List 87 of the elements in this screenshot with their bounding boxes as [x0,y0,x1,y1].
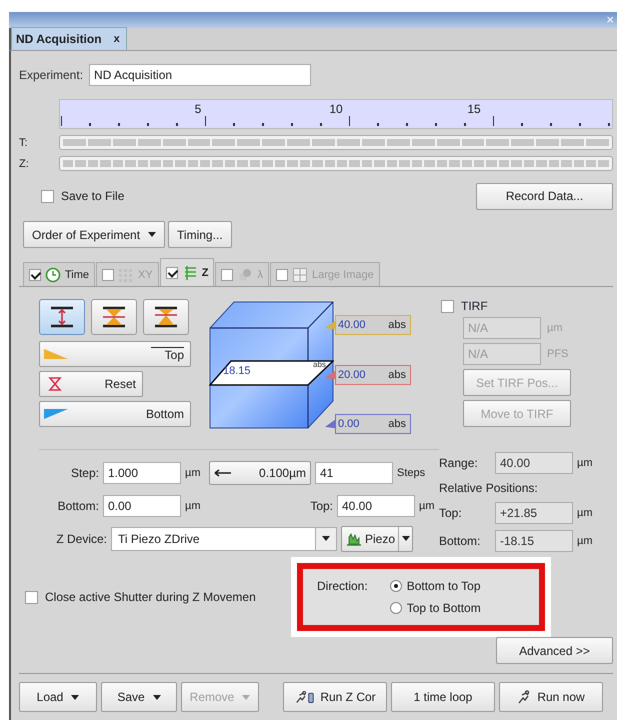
footer-button[interactable]: Run now [499,682,603,712]
footer-button[interactable]: Run Z Cor [283,682,387,712]
caret-icon [322,536,330,541]
position-button[interactable]: Top [39,341,191,367]
advanced-button[interactable]: Advanced >> [496,637,613,664]
checkbox-label: Close active Shutter during Z Movemen [45,590,256,604]
relative-position-field: +21.85 [495,502,573,524]
timeline-track[interactable] [59,156,613,171]
z-mode-button[interactable] [143,299,189,335]
unit-label: µm [547,322,564,334]
timeline-ruler[interactable]: 5 10 15 [59,99,613,129]
field-label: Step: [70,466,99,480]
footer-button[interactable]: 1 time loop [391,682,495,712]
hourglass-icon [48,377,62,391]
checkbox[interactable] [25,590,38,604]
tick-label: 15 [467,102,481,116]
image-icon [292,266,308,282]
track-label: Z: [19,158,30,170]
field-label: Range: [439,456,479,470]
radio-label: Bottom to Top [406,579,481,593]
field-label: Bottom: [439,534,482,548]
radio-button[interactable] [390,580,402,592]
experiment-field[interactable]: ND Acquisition [89,64,312,86]
unit-label: µm [185,500,202,512]
unit-label: µm [185,466,202,478]
checkbox[interactable] [29,268,41,280]
top-field[interactable]: 40.00 [337,494,415,516]
checkbox-label: Save to File [61,189,124,203]
track-label: T: [19,136,29,148]
field-label: Bottom: [56,498,99,512]
radio-button[interactable] [390,602,402,614]
step-field[interactable]: 1.000 [103,462,181,484]
tick-label: 10 [329,102,343,116]
section-label: Relative Positions: [439,481,539,497]
unit-label: PFS [547,348,568,360]
footer-button[interactable]: Load [19,682,97,712]
piezo-icon [346,532,362,546]
piezo-dropdown-button[interactable]: Piezo [341,526,414,552]
runner-icon [294,689,316,705]
steps-field[interactable]: 41 [315,462,393,484]
dimension-tab[interactable]: Time [23,262,96,286]
record-data-button[interactable]: Record Data... [476,182,613,210]
relative-position-field: -18.15 [495,530,573,552]
field-label: Top: [309,498,333,512]
checkbox-label: TIRF [461,299,488,313]
increment-button[interactable]: 0.100µm [209,460,311,484]
timing-button[interactable]: Timing... [168,221,232,248]
tick-label: 5 [194,102,202,116]
unit-label: µm [577,507,594,519]
unit-label: Steps [397,466,426,478]
document-tab[interactable]: ND Acquisition x [11,27,127,50]
marker-field[interactable]: 20.00 abs [335,365,411,385]
range-field: 40.00 [495,452,573,474]
z-device-dropdown[interactable]: Ti Piezo ZDrive [111,526,337,550]
caret-icon [402,536,410,541]
marker-field[interactable]: 0.00 abs [335,414,411,434]
field-label: Top: [439,506,463,520]
position-button[interactable]: Reset [39,371,143,397]
checkbox[interactable] [166,266,178,278]
bottom-field[interactable]: 0.00 [103,494,181,516]
tab-close[interactable]: x [114,33,120,45]
order-dropdown-button[interactable]: Order of Experiment [23,221,166,248]
tab-label: Time [65,268,90,280]
unit-label: µm [577,457,594,469]
field-label: Z Device: [55,532,107,546]
dimension-tab[interactable]: Z [160,258,214,286]
checkbox[interactable] [41,190,54,202]
timeline-track[interactable] [59,135,613,150]
left-arrow-icon [214,468,232,476]
slice-unit: abs [313,360,326,369]
clock-icon [45,266,61,282]
caret-icon [148,232,156,237]
tab-label: Z [202,266,208,278]
field-label: Experiment: [19,68,84,82]
unit-label: µm [577,535,594,547]
z-mode-button[interactable] [91,299,137,335]
checkbox[interactable] [441,300,454,312]
tab-label: ND Acquisition [16,32,102,46]
footer-button[interactable]: Save [101,682,177,712]
unit-label: µm [419,500,436,512]
position-button[interactable]: Bottom [39,401,191,427]
field-label: Direction: [317,579,368,595]
marker-field[interactable]: 40.00 abs [335,315,411,335]
filter-icon [237,266,254,282]
radio-label: Top to Bottom [406,601,481,615]
z-mode-button[interactable] [39,299,85,335]
slice-value: 18.15 [223,365,251,377]
